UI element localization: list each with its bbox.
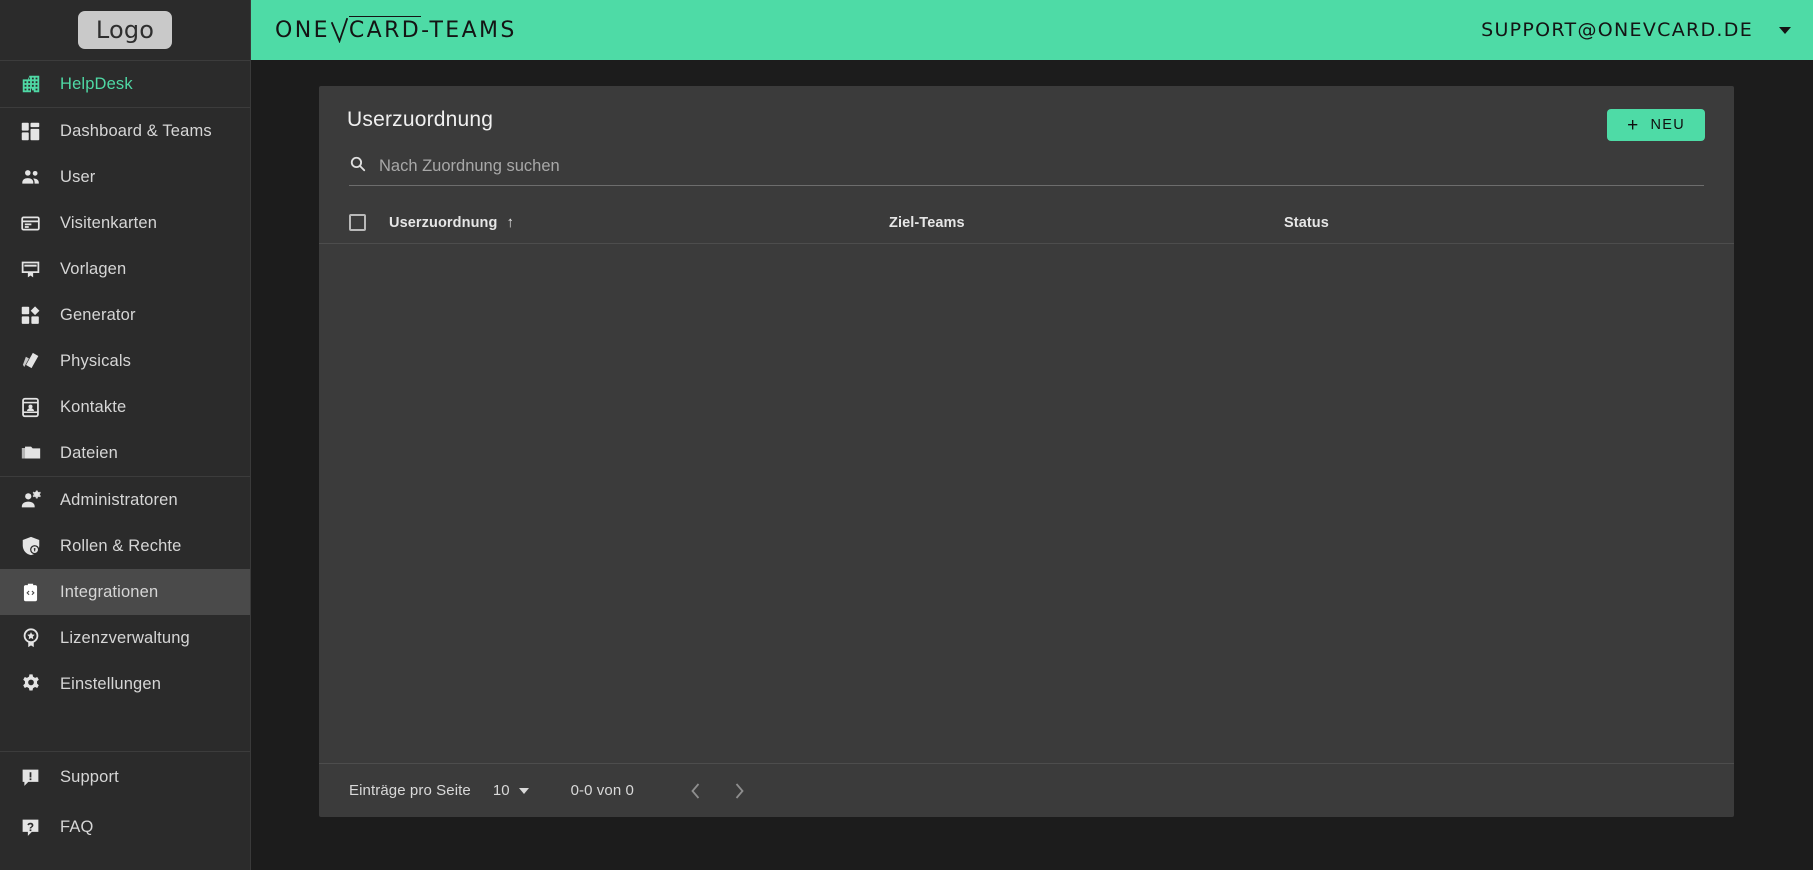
sidebar-item-vorlagen[interactable]: Vorlagen [0,246,250,292]
per-page-value: 10 [492,782,510,799]
shield-lock-icon [16,535,60,557]
column-header-status[interactable]: Status [1284,215,1704,231]
column-label: Status [1284,214,1329,231]
new-button-label: NEU [1650,117,1685,133]
sidebar-item-label: FAQ [60,817,94,836]
sidebar-item-label: Vorlagen [60,259,127,278]
new-button[interactable]: + NEU [1607,109,1705,141]
code-badge-icon [16,582,60,603]
column-label: Userzuordnung [389,214,498,231]
template-icon [16,259,60,280]
sidebar-item-einstellungen[interactable]: Einstellungen [0,661,250,707]
userzuordnung-card: Userzuordnung + NEU Nach Zuordnung suche… [319,86,1734,817]
sort-ascending-icon[interactable]: ↑ [506,214,514,231]
column-label: Ziel-Teams [889,214,965,231]
sidebar-group-admin: Administratoren Rollen & Rechte Integrat… [0,477,250,707]
users-icon [16,166,60,188]
sidebar-item-visitenkarten[interactable]: Visitenkarten [0,200,250,246]
sidebar-item-lizenzverwaltung[interactable]: Lizenzverwaltung [0,615,250,661]
content-wrapper: Userzuordnung + NEU Nach Zuordnung suche… [251,60,1813,870]
brand-logo: ONE CARD -TEAMS [275,16,517,43]
sidebar-item-label: Visitenkarten [60,213,158,232]
gear-icon [16,673,60,695]
faq-question-icon [16,817,60,838]
sidebar: Logo HelpDesk Dashboard & Teams User Vis… [0,0,251,870]
admin-user-icon [16,489,60,511]
sidebar-item-label: Lizenzverwaltung [60,628,190,647]
next-page-button[interactable] [726,778,752,804]
sidebar-item-administratoren[interactable]: Administratoren [0,477,250,523]
sidebar-item-generator[interactable]: Generator [0,292,250,338]
sidebar-item-label: Physicals [60,351,132,370]
brand-text-part2: CARD [348,16,422,43]
sidebar-group-help: Support FAQ [0,752,250,870]
contacts-icon [16,397,60,418]
logo-placeholder[interactable]: Logo [77,11,173,49]
user-email-label: SUPPORT@ONEVCARD.DE [1481,19,1753,41]
select-all-cell [349,214,389,231]
pagination-bar: Einträge pro Seite 10 0-0 von 0 [319,763,1734,817]
chevron-down-icon [518,787,529,794]
sidebar-item-label: Administratoren [60,490,178,509]
sidebar-item-helpdesk[interactable]: HelpDesk [0,61,250,107]
sidebar-item-label: User [60,167,96,186]
sidebar-item-label: Integrationen [60,582,159,601]
per-page-select[interactable]: 10 [493,782,529,799]
building-icon [16,73,60,95]
sidebar-item-label: Dateien [60,443,118,462]
sidebar-group-primary: Dashboard & Teams User Visitenkarten Vor… [0,108,250,476]
sidebar-item-label: Einstellungen [60,674,162,693]
sidebar-item-label: HelpDesk [60,74,133,93]
column-header-ziel-teams[interactable]: Ziel-Teams [889,215,1284,231]
brand-vcheck-icon [330,17,348,43]
table-body-empty [319,244,1734,763]
search-icon [349,155,366,177]
search-field[interactable] [349,155,1704,186]
sidebar-item-faq[interactable]: FAQ [0,802,250,852]
sidebar-item-rollen-rechte[interactable]: Rollen & Rechte [0,523,250,569]
search-row [319,141,1734,186]
main-area: ONE CARD -TEAMS SUPPORT@ONEVCARD.DE User… [251,0,1813,870]
sidebar-item-label: Rollen & Rechte [60,536,182,555]
generator-icon [16,305,60,326]
sidebar-item-integrationen[interactable]: Integrationen [0,569,250,615]
brand-text-part1: ONE [275,18,330,43]
sidebar-item-dashboard-teams[interactable]: Dashboard & Teams [0,108,250,154]
sidebar-item-label: Kontakte [60,397,127,416]
sidebar-item-label: Support [60,767,119,786]
support-chat-icon [16,767,60,788]
pager-controls [682,778,752,804]
card-header: Userzuordnung + NEU [319,86,1734,141]
plus-icon: + [1627,114,1640,136]
sidebar-item-user[interactable]: User [0,154,250,200]
sidebar-item-label: Dashboard & Teams [60,121,212,140]
dashboard-icon [16,121,60,142]
per-page-label: Einträge pro Seite [349,782,471,799]
user-menu[interactable]: SUPPORT@ONEVCARD.DE [1481,19,1791,41]
column-header-userzuordnung[interactable]: Userzuordnung ↑ [389,214,889,231]
pagination-range-label: 0-0 von 0 [570,782,635,799]
app-root: Logo HelpDesk Dashboard & Teams User Vis… [0,0,1813,870]
chevron-down-icon[interactable] [1779,26,1791,34]
sidebar-item-kontakte[interactable]: Kontakte [0,384,250,430]
card-icon [16,213,60,234]
previous-page-button[interactable] [682,778,708,804]
sidebar-item-dateien[interactable]: Dateien [0,430,250,476]
top-bar: ONE CARD -TEAMS SUPPORT@ONEVCARD.DE [251,0,1813,60]
logo-area: Logo [0,0,250,60]
physicals-icon [16,350,60,372]
folder-icon [16,442,60,464]
brand-text-part3: -TEAMS [421,18,517,43]
license-badge-icon [16,627,60,649]
page-title: Userzuordnung [347,108,494,131]
sidebar-item-label: Generator [60,305,136,324]
sidebar-item-physicals[interactable]: Physicals [0,338,250,384]
select-all-checkbox[interactable] [349,214,366,231]
search-input[interactable] [379,156,1704,176]
table-header-row: Userzuordnung ↑ Ziel-Teams Status [319,202,1734,244]
sidebar-item-support[interactable]: Support [0,752,250,802]
